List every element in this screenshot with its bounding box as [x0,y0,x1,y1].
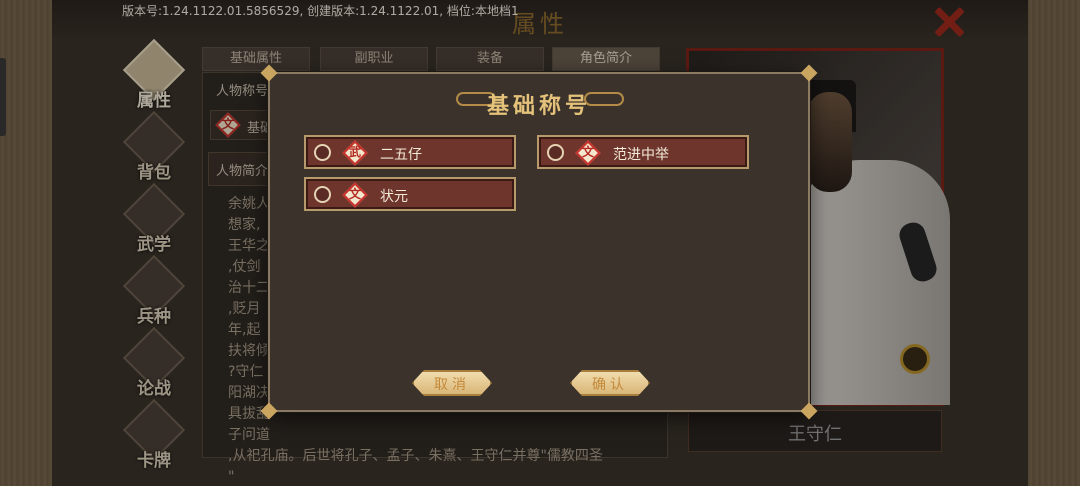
cancel-label: 取消 [434,377,470,393]
wu-badge-icon: 武 [342,140,368,166]
wen-badge-icon: 文 [342,182,368,208]
radio-button[interactable] [314,186,331,203]
radio-button[interactable] [314,144,331,161]
option-label: 范进中举 [613,147,669,163]
radio-button[interactable] [547,144,564,161]
option-label: 状元 [380,189,408,205]
game-screen: 属性 版本号:1.24.1122.01.5856529, 创建版本:1.24.1… [0,0,1080,486]
title-option-3[interactable]: 文 状元 [304,177,516,211]
confirm-button[interactable]: 确认 [570,370,650,396]
title-option-1[interactable]: 武 二五仔 [304,135,516,169]
confirm-label: 确认 [592,377,628,393]
title-select-dialog [268,72,810,412]
dialog-title: 基础称号 [486,94,591,119]
option-label: 二五仔 [380,147,422,163]
wen-badge-icon: 文 [575,140,601,166]
cancel-button[interactable]: 取消 [412,370,492,396]
title-option-2[interactable]: 文 范进中举 [537,135,749,169]
